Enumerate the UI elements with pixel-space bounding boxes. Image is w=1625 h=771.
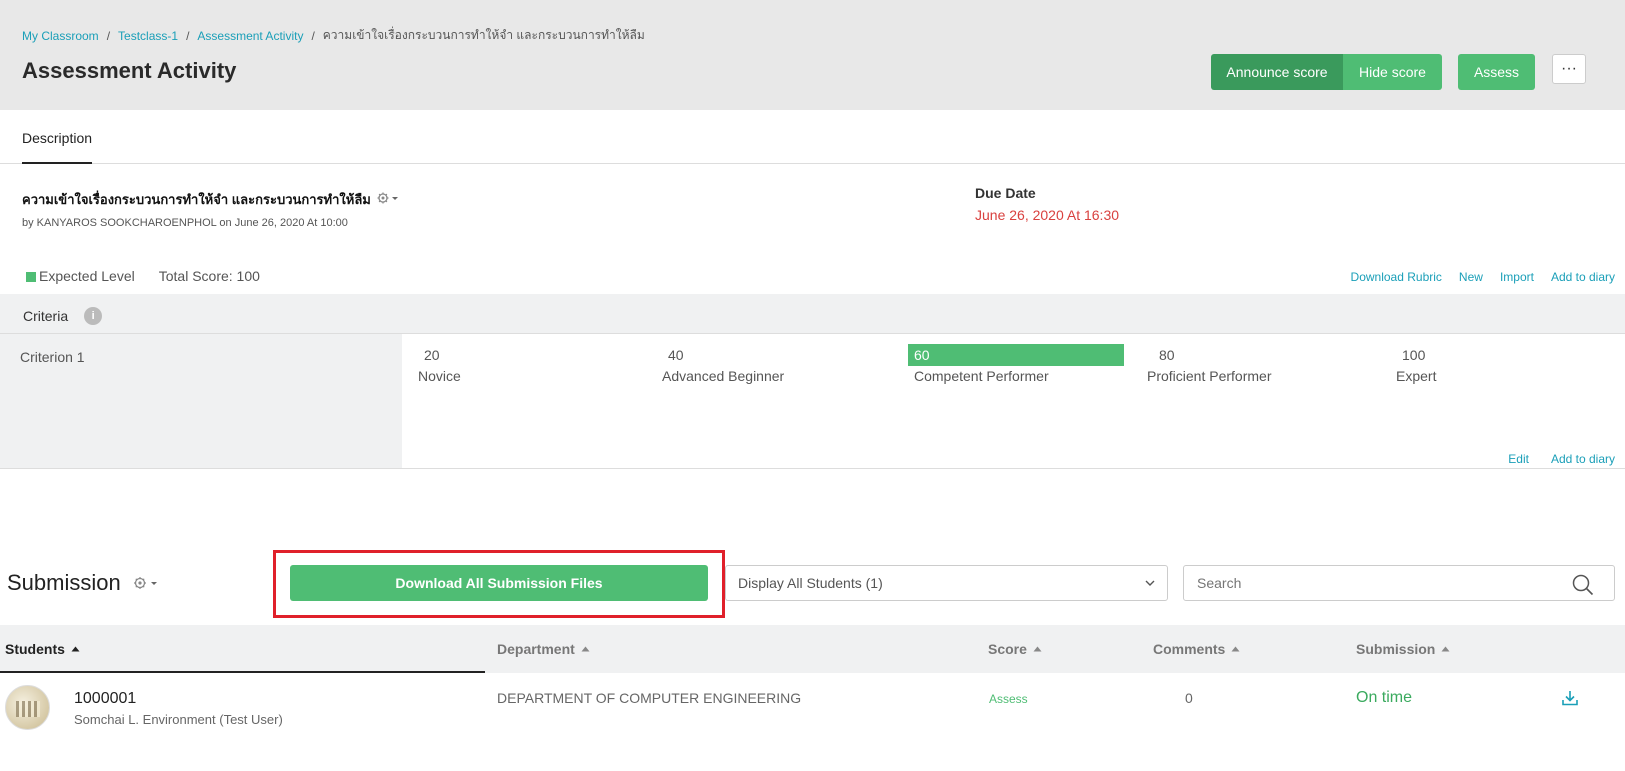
column-score[interactable]: Score	[988, 641, 1042, 657]
due-date-label: Due Date	[975, 185, 1036, 201]
submission-status: On time	[1356, 689, 1413, 706]
student-filter-value: Display All Students (1)	[738, 575, 883, 591]
avatar	[5, 685, 50, 730]
student-name: Somchai L. Environment (Test User)	[74, 712, 283, 727]
total-score: Total Score: 100	[158, 268, 260, 284]
submission-heading: Submission	[7, 570, 159, 596]
column-comments[interactable]: Comments	[1153, 641, 1240, 657]
breadcrumb-current: ความเข้าใจเรื่องกระบวนการทำให้จำ และกระบ…	[322, 28, 645, 42]
new-rubric-link[interactable]: New	[1459, 270, 1483, 284]
column-students[interactable]: Students	[5, 641, 80, 657]
assess-button[interactable]: Assess	[1458, 54, 1535, 90]
table-row: 1000001 Somchai L. Environment (Test Use…	[0, 673, 1625, 743]
tab-bar: Description	[0, 110, 1625, 164]
announce-score-button[interactable]: Announce score	[1211, 54, 1343, 90]
student-department: DEPARTMENT OF COMPUTER ENGINEERING	[497, 690, 802, 706]
criteria-header: Criteria i	[0, 294, 1625, 334]
page-title: Assessment Activity	[22, 58, 237, 83]
more-options-button[interactable]: ···	[1552, 54, 1586, 84]
criteria-label: Criteria	[23, 308, 69, 324]
search-input[interactable]	[1184, 575, 1564, 591]
breadcrumb-separator: /	[186, 28, 190, 43]
criterion-row: Criterion 1 20 Novice 40 Advanced Beginn…	[0, 334, 1625, 469]
download-icon[interactable]	[1561, 689, 1579, 707]
expected-level-label: Expected Level	[39, 268, 135, 284]
due-date-value: June 26, 2020 At 16:30	[975, 207, 1120, 223]
criteria-label-group: Criteria i	[23, 307, 103, 325]
column-submission[interactable]: Submission	[1356, 641, 1450, 657]
chevron-down-icon	[1145, 580, 1155, 586]
sort-asc-icon	[581, 646, 590, 652]
score-button-group: Announce score Hide score	[1211, 54, 1442, 90]
page-header: My Classroom / Testclass-1 / Assessment …	[0, 0, 1625, 110]
level-proficient-performer[interactable]: 80 Proficient Performer	[1147, 344, 1271, 384]
breadcrumb-testclass[interactable]: Testclass-1	[118, 29, 178, 43]
submission-settings-gear-icon[interactable]	[133, 570, 159, 596]
column-label: Submission	[1356, 641, 1436, 657]
search-icon[interactable]	[1572, 574, 1594, 596]
student-filter-select[interactable]: Display All Students (1)	[725, 565, 1168, 601]
info-icon[interactable]: i	[84, 307, 103, 325]
breadcrumb-my-classroom[interactable]: My Classroom	[22, 29, 99, 43]
assess-student-link[interactable]: Assess	[989, 692, 1028, 706]
search-field[interactable]	[1183, 565, 1615, 601]
criterion-actions: Edit Add to diary	[1508, 452, 1615, 466]
column-label: Score	[988, 641, 1027, 657]
level-name: Proficient Performer	[1147, 368, 1272, 384]
download-all-submissions-button[interactable]: Download All Submission Files	[290, 565, 708, 601]
expected-level-swatch	[26, 272, 36, 283]
column-label: Comments	[1153, 641, 1226, 657]
column-label: Department	[497, 641, 575, 657]
level-expert[interactable]: 100 Expert	[1396, 344, 1436, 384]
level-score: 80	[1159, 347, 1175, 363]
level-score: 40	[668, 347, 684, 363]
sort-asc-icon	[71, 646, 80, 652]
sort-asc-icon	[1441, 646, 1450, 652]
level-name: Novice	[418, 368, 461, 384]
expected-level-legend: Expected Level	[26, 268, 135, 284]
rubric-summary: Expected Level Total Score: 100	[26, 268, 260, 284]
level-name: Expert	[1396, 368, 1437, 384]
comments-count: 0	[1185, 690, 1193, 706]
level-novice[interactable]: 20 Novice	[418, 344, 461, 384]
criterion-name: Criterion 1	[0, 334, 402, 468]
submission-table-header: Students Department Score Comments Submi…	[0, 625, 1625, 673]
level-score-selected: 60	[908, 344, 1124, 366]
submission-title: Submission	[7, 570, 121, 595]
level-competent-performer[interactable]: 60 Competent Performer	[908, 344, 1124, 384]
student-id[interactable]: 1000001	[74, 690, 136, 708]
level-score: 20	[424, 347, 440, 363]
breadcrumb: My Classroom / Testclass-1 / Assessment …	[22, 26, 645, 45]
column-department[interactable]: Department	[497, 641, 590, 657]
level-name: Advanced Beginner	[662, 368, 785, 384]
breadcrumb-separator: /	[311, 28, 315, 43]
sort-asc-icon	[1033, 646, 1042, 652]
tab-description[interactable]: Description	[22, 130, 92, 146]
add-to-diary-link[interactable]: Add to diary	[1551, 270, 1615, 284]
activity-title-text: ความเข้าใจเรื่องกระบวนการทำให้จำ และกระบ…	[22, 192, 371, 207]
active-tab-indicator	[22, 162, 92, 164]
hide-score-button[interactable]: Hide score	[1343, 54, 1442, 90]
activity-settings-gear-icon[interactable]	[377, 192, 399, 207]
level-advanced-beginner[interactable]: 40 Advanced Beginner	[662, 344, 784, 384]
activity-meta: by KANYAROS SOOKCHAROENPHOL on June 26, …	[22, 217, 348, 229]
criterion-add-to-diary-link[interactable]: Add to diary	[1551, 452, 1615, 466]
level-score: 100	[1402, 347, 1426, 363]
edit-criterion-link[interactable]: Edit	[1508, 452, 1529, 466]
breadcrumb-assessment-activity[interactable]: Assessment Activity	[197, 29, 303, 43]
import-rubric-link[interactable]: Import	[1500, 270, 1534, 284]
activity-title: ความเข้าใจเรื่องกระบวนการทำให้จำ และกระบ…	[22, 189, 399, 210]
level-name: Competent Performer	[914, 368, 1049, 384]
sort-asc-icon	[1231, 646, 1240, 652]
rubric-actions: Download Rubric New Import Add to diary	[1351, 270, 1615, 284]
breadcrumb-separator: /	[106, 28, 111, 43]
column-label: Students	[5, 641, 65, 657]
download-rubric-link[interactable]: Download Rubric	[1351, 270, 1442, 284]
